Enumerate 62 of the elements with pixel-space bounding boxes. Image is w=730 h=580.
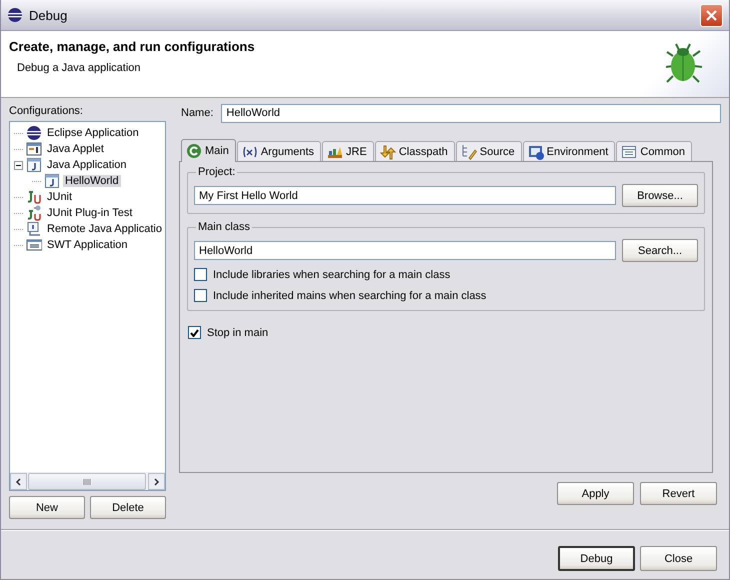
name-label: Name: [181,107,214,119]
scroll-left-button[interactable] [10,473,27,490]
tree-item[interactable]: HelloWorld [63,175,121,187]
configuration-button[interactable]: New [9,496,85,519]
window-icon [26,157,42,173]
configurations-label: Configurations: [9,105,84,117]
configuration-button[interactable]: Delete [90,496,166,519]
check-icon [190,328,199,336]
checkbox[interactable] [188,326,201,339]
dialog-button[interactable]: Close [640,546,717,571]
scroll-thumb[interactable] [28,473,146,490]
panel-button[interactable]: Revert [640,482,717,505]
dialog-description: Debug a Java application [16,62,142,74]
tree-item[interactable]: Java Application [45,159,128,171]
project-field[interactable]: My First Hello World [194,186,616,205]
remote-icon [26,221,42,237]
globe-icon [26,125,42,141]
panel-button[interactable]: Apply [557,482,634,505]
pencil-icon [460,144,477,160]
swt-icon [26,237,42,253]
tree-item[interactable]: JUnit [45,191,74,203]
tab[interactable]: Main [181,139,236,162]
checkbox-label: Include inherited mains when searching for a main class [213,290,486,302]
tree-item[interactable]: Remote Java Applicatio [45,223,164,235]
name-field[interactable]: HelloWorld [221,104,721,122]
checkbox[interactable] [194,289,207,302]
ju-icon [26,189,42,205]
tab[interactable]: Common [616,141,692,161]
window-icon [44,173,60,189]
checkbox[interactable] [194,268,207,281]
tab[interactable]: Environment [522,141,616,161]
bug-icon [665,43,703,83]
main-class-field[interactable]: HelloWorld [194,241,616,260]
scroll-right-button[interactable] [148,473,165,490]
dialog-heading: Create, manage, and run configurations [9,39,256,54]
tree-item[interactable]: Java Applet [45,143,106,155]
plug-icon [26,205,42,221]
main-class-label: Main class [196,221,252,233]
run-icon [186,143,202,159]
grip-icon [83,478,91,484]
tab[interactable]: Source [456,141,522,161]
monitor-icon [528,144,544,160]
tab[interactable]: Classpath [374,141,455,161]
applet-icon [26,141,42,157]
tree-item[interactable]: Eclipse Application [45,127,141,139]
tab[interactable]: JRE [322,141,374,161]
tree-item[interactable]: JUnit Plug-in Test [45,207,134,219]
globe-icon [7,7,23,23]
dialog-button[interactable]: Debug [558,546,635,571]
close-button[interactable] [700,4,723,26]
collapse-icon[interactable] [14,160,23,170]
checkbox-label: Stop in main [207,326,268,338]
tree-item[interactable]: SWT Application [45,239,130,251]
close-icon [704,8,719,22]
search-button[interactable]: Search... [622,239,698,262]
window-title: Debug [29,8,68,22]
tab[interactable]: Arguments [236,141,322,161]
checkbox-label: Include libraries when searching for a main class [213,268,450,280]
browse-button[interactable]: Browse... [622,184,698,207]
arrows-icon [380,144,396,160]
project-label: Project: [196,166,238,178]
table-icon [621,144,638,160]
